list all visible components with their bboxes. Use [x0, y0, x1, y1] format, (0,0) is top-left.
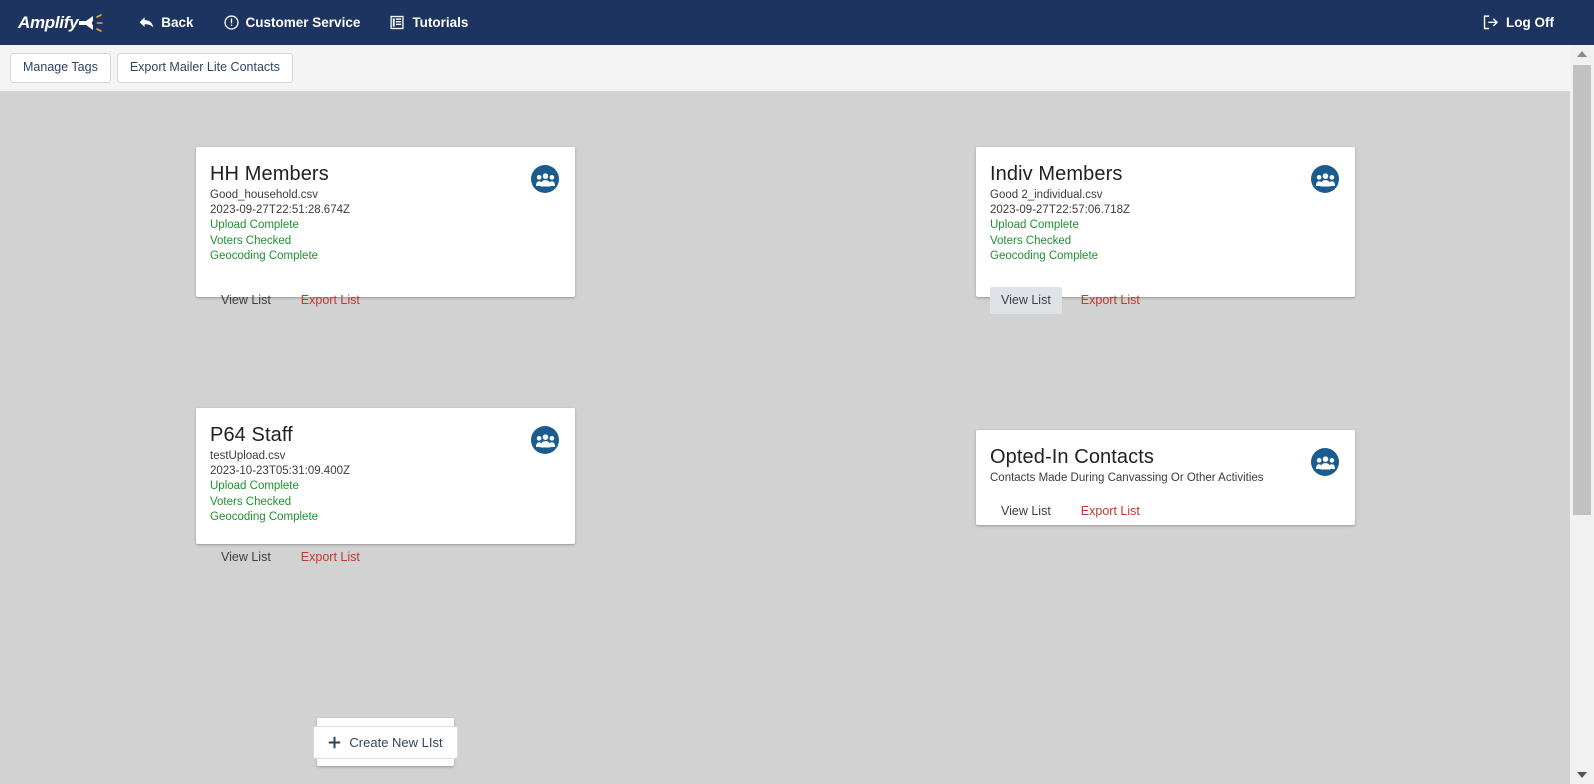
scroll-down-button[interactable] — [1570, 766, 1594, 784]
card-title: Indiv Members — [990, 163, 1123, 185]
export-mailer-lite-contacts-button[interactable]: Export Mailer Lite Contacts — [116, 53, 293, 83]
nav-item-tutorials[interactable]: Tutorials — [380, 9, 478, 36]
nav-item-back-label: Back — [161, 15, 194, 30]
card-title: P64 Staff — [210, 424, 293, 446]
card-title: Opted-In Contacts — [990, 446, 1155, 468]
card-actions: View List Export List — [210, 287, 561, 315]
group-people-icon — [531, 426, 559, 454]
status-geocoding: Geocoding Complete — [990, 250, 1099, 263]
card-header: Indiv Members Good 2_individual.csv 2023… — [990, 163, 1341, 265]
card-actions: View List Export List — [990, 286, 1341, 315]
list-card-hh-members[interactable]: HH Members Good_household.csv 2023-09-27… — [196, 147, 575, 306]
export-list-button[interactable]: Export List — [1070, 498, 1151, 526]
card-description: Contacts Made During Canvassing Or Other… — [990, 472, 1264, 484]
card-filename: Good_household.csv — [210, 189, 319, 201]
export-list-button[interactable]: Export List — [290, 544, 371, 572]
group-people-icon — [1311, 448, 1339, 476]
card-actions: View List Export List — [210, 544, 561, 572]
view-list-button[interactable]: View List — [210, 287, 282, 315]
plus-icon — [328, 736, 341, 749]
card-filename: testUpload.csv — [210, 450, 286, 462]
status-upload: Upload Complete — [990, 219, 1079, 232]
app-root: Amplify Back Customer Service Tutorials … — [0, 0, 1594, 784]
brand-logo[interactable]: Amplify — [14, 11, 107, 35]
group-people-icon — [1311, 165, 1339, 193]
lists-canvas: HH Members Good_household.csv 2023-09-27… — [0, 91, 1570, 784]
card-filename: Good 2_individual.csv — [990, 189, 1103, 201]
status-voters: Voters Checked — [210, 495, 292, 508]
back-arrow-icon — [139, 16, 154, 29]
logout-icon — [1483, 15, 1499, 30]
triangle-up-icon — [1577, 51, 1587, 57]
card-info: HH Members Good_household.csv 2023-09-27… — [210, 163, 350, 265]
exclamation-circle-icon — [223, 15, 239, 30]
card-info: Indiv Members Good 2_individual.csv 2023… — [990, 163, 1130, 265]
view-list-button[interactable]: View List — [990, 498, 1062, 526]
vertical-scrollbar[interactable] — [1570, 45, 1594, 784]
create-new-list-button[interactable]: Create New LIst — [313, 725, 458, 759]
list-card-opted-in-contacts[interactable]: Opted-In Contacts Contacts Made During C… — [976, 430, 1355, 525]
top-navbar: Amplify Back Customer Service Tutorials … — [0, 0, 1594, 45]
scrollbar-thumb[interactable] — [1573, 65, 1591, 515]
status-upload: Upload Complete — [210, 219, 299, 232]
nav-item-tutorials-label: Tutorials — [412, 15, 469, 30]
nav-item-customer-service[interactable]: Customer Service — [214, 9, 371, 36]
list-card-p64-staff[interactable]: P64 Staff testUpload.csv 2023-10-23T05:3… — [196, 408, 575, 563]
status-voters: Voters Checked — [210, 234, 292, 247]
status-voters: Voters Checked — [990, 234, 1072, 247]
status-geocoding: Geocoding Complete — [210, 511, 319, 524]
list-card-indiv-members[interactable]: Indiv Members Good 2_individual.csv 2023… — [976, 147, 1355, 315]
view-list-button[interactable]: View List — [210, 544, 282, 572]
group-people-icon — [531, 165, 559, 193]
brand-name: Amplify — [18, 12, 79, 32]
export-list-button[interactable]: Export List — [290, 287, 371, 315]
manage-tags-button[interactable]: Manage Tags — [10, 53, 111, 83]
create-new-list-panel: Create New LIst — [313, 718, 458, 766]
megaphone-icon — [77, 13, 104, 33]
create-new-list-label: Create New LIst — [349, 734, 443, 750]
card-header: P64 Staff testUpload.csv 2023-10-23T05:3… — [210, 424, 561, 526]
card-timestamp: 2023-10-23T05:31:09.400Z — [210, 465, 351, 478]
card-info: P64 Staff testUpload.csv 2023-10-23T05:3… — [210, 424, 350, 526]
nav-item-back[interactable]: Back — [129, 9, 203, 36]
card-header: Opted-In Contacts Contacts Made During C… — [990, 446, 1341, 486]
card-title: HH Members — [210, 163, 329, 185]
status-upload: Upload Complete — [210, 480, 299, 493]
view-list-button[interactable]: View List — [990, 286, 1062, 315]
card-timestamp: 2023-09-27T22:51:28.674Z — [210, 204, 351, 217]
card-header: HH Members Good_household.csv 2023-09-27… — [210, 163, 561, 265]
book-icon — [390, 15, 405, 30]
nav-item-customer-service-label: Customer Service — [245, 15, 361, 30]
export-list-button[interactable]: Export List — [1070, 287, 1151, 315]
card-info: Opted-In Contacts Contacts Made During C… — [990, 446, 1264, 486]
scroll-up-button[interactable] — [1570, 45, 1594, 63]
card-timestamp: 2023-09-27T22:57:06.718Z — [990, 204, 1131, 217]
secondary-toolbar: Manage Tags Export Mailer Lite Contacts — [0, 45, 1570, 91]
card-actions: View List Export List — [990, 498, 1341, 526]
nav-item-logoff[interactable]: Log Off — [1473, 9, 1564, 36]
status-geocoding: Geocoding Complete — [210, 250, 319, 263]
triangle-down-icon — [1577, 772, 1587, 778]
nav-item-logoff-label: Log Off — [1506, 15, 1554, 30]
